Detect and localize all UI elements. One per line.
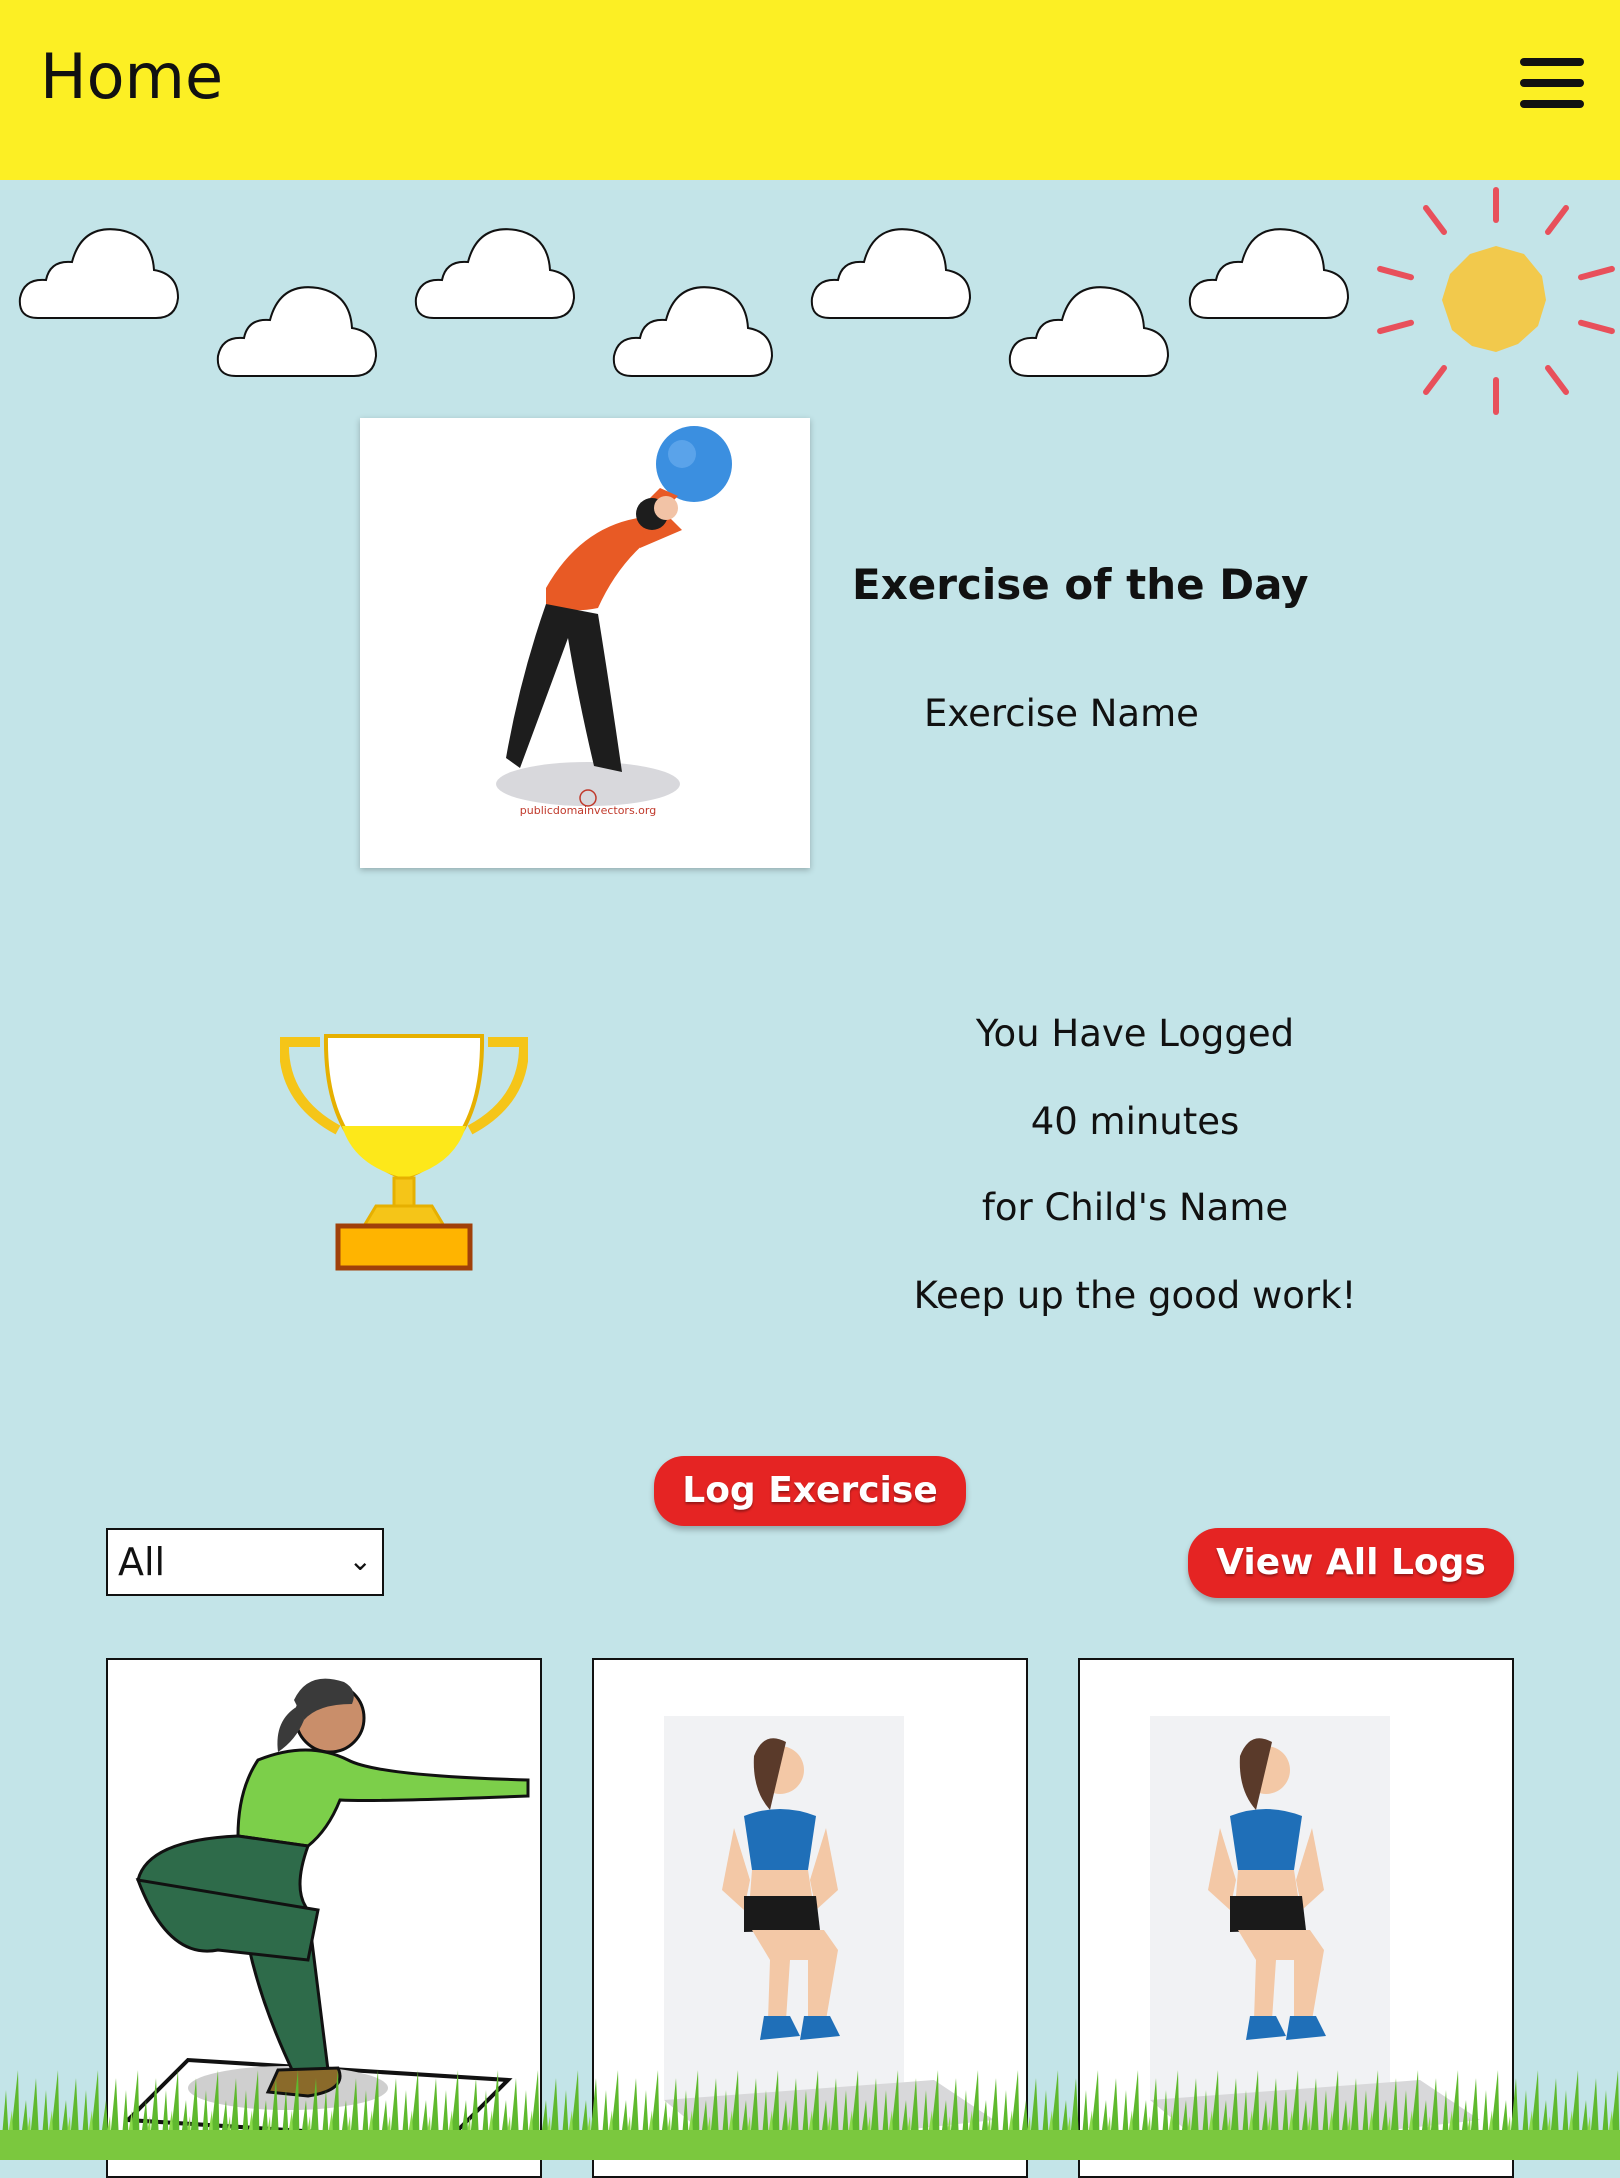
log-exercise-button[interactable]: Log Exercise xyxy=(654,1456,966,1526)
exercise-of-day-image: publicdomainvectors.org xyxy=(360,418,810,868)
grass-decoration xyxy=(0,2060,1620,2160)
cloud-icon xyxy=(18,228,180,319)
logged-label: You Have Logged xyxy=(975,1012,1295,1055)
cloud-icon xyxy=(216,286,378,377)
view-all-logs-button[interactable]: View All Logs xyxy=(1188,1528,1514,1598)
child-name: for Child's Name xyxy=(981,1186,1289,1229)
top-app-bar: Home xyxy=(0,0,1620,180)
logged-minutes: 40 minutes xyxy=(1030,1100,1240,1143)
chevron-down-icon: ⌄ xyxy=(348,1544,372,1577)
filter-selected-value: All xyxy=(118,1540,166,1584)
exercise-name: Exercise Name xyxy=(924,692,1199,735)
cloud-icon xyxy=(414,228,576,319)
exercise-filter-select[interactable]: All ⌄ xyxy=(106,1528,384,1596)
sun-icon xyxy=(1377,187,1615,415)
cloud-icon xyxy=(612,286,774,377)
encouragement-text: Keep up the good work! xyxy=(913,1274,1357,1317)
cloud-icon xyxy=(810,228,972,319)
page-title: Home xyxy=(40,40,224,113)
cloud-icon xyxy=(1008,286,1170,377)
trophy-icon xyxy=(280,1034,528,1271)
exercise-of-day-heading: Exercise of the Day xyxy=(852,560,1309,609)
cloud-icon xyxy=(1188,228,1350,319)
hamburger-menu-icon[interactable] xyxy=(1520,58,1584,108)
stretch-with-ball-illustration: publicdomainvectors.org xyxy=(496,426,732,817)
